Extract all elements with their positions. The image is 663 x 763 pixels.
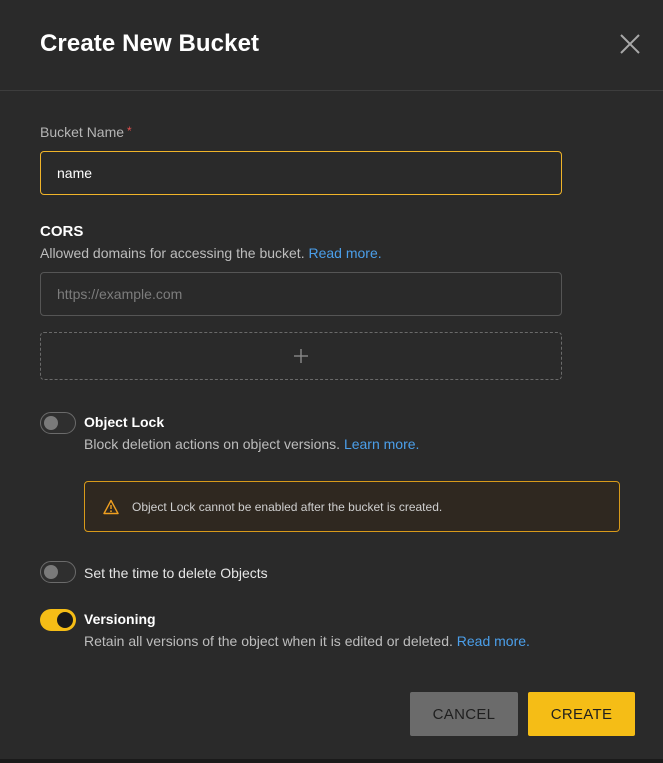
- versioning-title: Versioning: [84, 611, 156, 627]
- warning-icon: [103, 499, 119, 515]
- dialog-title: Create New Bucket: [40, 30, 260, 57]
- object-lock-description: Block deletion actions on object version…: [84, 436, 419, 452]
- warning-text: Object Lock cannot be enabled after the …: [132, 500, 443, 514]
- object-lock-toggle[interactable]: [40, 412, 76, 434]
- create-bucket-dialog: Create New Bucket Bucket Name* CORS Allo…: [0, 0, 663, 763]
- cors-title: CORS: [40, 223, 84, 240]
- cors-description-text: Allowed domains for accessing the bucket…: [40, 245, 305, 261]
- expiration-toggle[interactable]: [40, 561, 76, 583]
- versioning-description-text: Retain all versions of the object when i…: [84, 633, 453, 649]
- close-button[interactable]: [616, 30, 644, 58]
- plus-icon: [294, 349, 308, 363]
- versioning-description: Retain all versions of the object when i…: [84, 633, 530, 649]
- object-lock-title: Object Lock: [84, 414, 165, 430]
- object-lock-learn-more-link[interactable]: Learn more.: [344, 436, 419, 452]
- create-button[interactable]: CREATE: [528, 692, 635, 736]
- toggle-knob: [44, 565, 58, 579]
- toggle-knob: [44, 416, 58, 430]
- bucket-name-label: Bucket Name *: [40, 124, 132, 140]
- expiration-title: Set the time to delete Objects: [84, 565, 268, 581]
- object-lock-description-text: Block deletion actions on object version…: [84, 436, 341, 452]
- toggle-knob: [57, 612, 73, 628]
- cors-description: Allowed domains for accessing the bucket…: [40, 245, 382, 261]
- add-cors-domain-button[interactable]: [40, 332, 562, 380]
- close-icon: [620, 34, 640, 54]
- versioning-read-more-link[interactable]: Read more.: [457, 633, 530, 649]
- object-lock-warning: Object Lock cannot be enabled after the …: [84, 481, 620, 532]
- cancel-button[interactable]: CANCEL: [410, 692, 518, 736]
- bucket-name-label-text: Bucket Name: [40, 124, 125, 140]
- cors-read-more-link[interactable]: Read more.: [308, 245, 381, 261]
- versioning-toggle[interactable]: [40, 609, 76, 631]
- dialog-header: Create New Bucket: [0, 0, 663, 91]
- bucket-name-input[interactable]: [40, 151, 562, 195]
- required-mark: *: [127, 124, 132, 138]
- cors-domain-input[interactable]: [40, 272, 562, 316]
